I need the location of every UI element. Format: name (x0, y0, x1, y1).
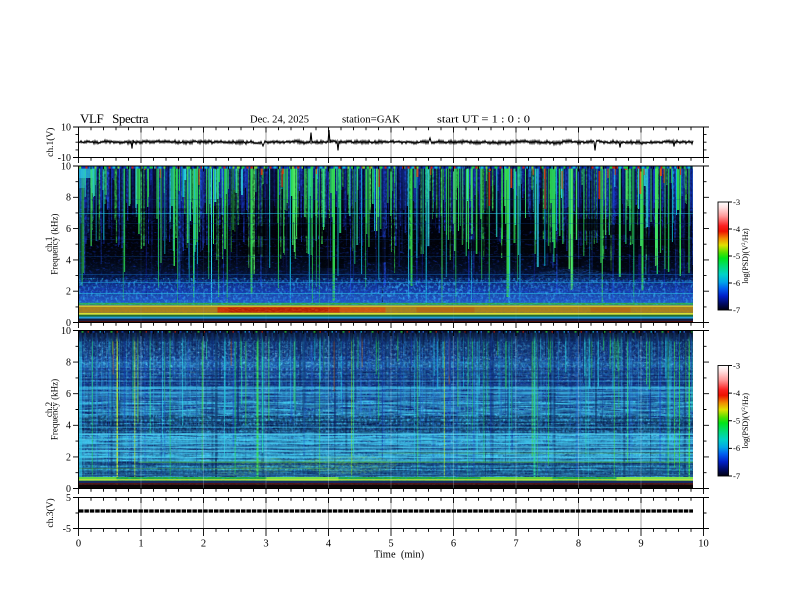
svg-text:8: 8 (66, 358, 71, 369)
svg-text:-6: -6 (733, 278, 740, 288)
svg-text:log(PSD)(V2/Hz): log(PSD)(V2/Hz) (741, 393, 750, 449)
svg-text:6: 6 (451, 539, 456, 550)
svg-text:ch.1(V): ch.1(V) (45, 128, 56, 157)
svg-text:station=GAK: station=GAK (342, 114, 400, 126)
svg-text:-7: -7 (733, 471, 740, 481)
svg-text:-7: -7 (733, 305, 740, 315)
svg-text:start UT = 1 : 0 : 0: start UT = 1 : 0 : 0 (437, 114, 531, 126)
svg-text:2: 2 (66, 287, 71, 298)
svg-text:5: 5 (388, 539, 393, 550)
svg-text:2: 2 (66, 452, 71, 463)
svg-text:-3: -3 (733, 360, 740, 370)
svg-text:7: 7 (513, 539, 518, 550)
svg-text:8: 8 (576, 539, 581, 550)
svg-text:Frequency (kHz): Frequency (kHz) (50, 214, 60, 275)
svg-text:10: 10 (61, 161, 71, 172)
svg-text:10: 10 (61, 326, 71, 337)
svg-text:4: 4 (66, 255, 71, 266)
svg-text:3: 3 (263, 539, 268, 550)
svg-text:8: 8 (66, 193, 71, 204)
svg-text:-5: -5 (733, 251, 740, 261)
svg-text:VLF Spectra: VLF Spectra (80, 111, 149, 126)
svg-text:Frequency (kHz): Frequency (kHz) (50, 379, 60, 440)
svg-text:-4: -4 (733, 388, 741, 398)
svg-text:ch.3(V): ch.3(V) (45, 498, 56, 527)
svg-text:-5: -5 (63, 524, 71, 535)
svg-text:2: 2 (201, 539, 206, 550)
svg-text:4: 4 (66, 421, 71, 432)
svg-text:Time (min): Time (min) (374, 550, 425, 561)
svg-text:0: 0 (76, 539, 81, 550)
svg-text:10: 10 (61, 122, 71, 133)
svg-text:-5: -5 (733, 416, 740, 426)
svg-text:4: 4 (326, 539, 332, 550)
svg-text:6: 6 (66, 224, 71, 235)
svg-text:-3: -3 (733, 197, 740, 207)
svg-text:9: 9 (638, 539, 643, 550)
svg-text:10: 10 (698, 539, 709, 550)
svg-text:1: 1 (138, 539, 143, 550)
svg-text:-4: -4 (733, 224, 741, 234)
svg-text:5: 5 (66, 493, 71, 504)
svg-text:6: 6 (66, 389, 71, 400)
svg-text:-6: -6 (733, 443, 740, 453)
svg-text:Dec. 24, 2025: Dec. 24, 2025 (250, 114, 309, 126)
svg-text:log(PSD)(V2/Hz): log(PSD)(V2/Hz) (741, 228, 750, 284)
